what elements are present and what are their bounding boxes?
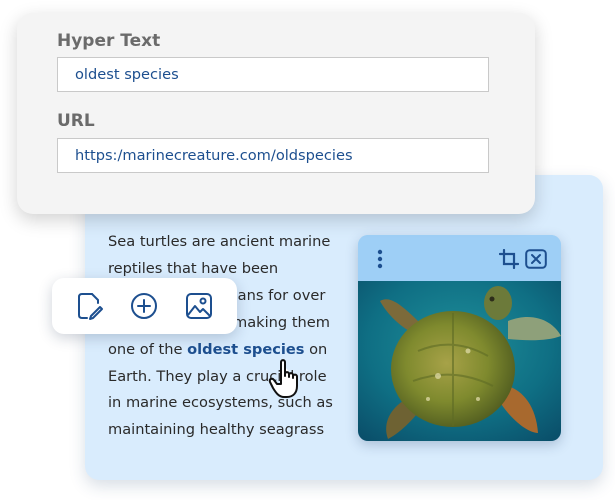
close-box-icon[interactable] [525,249,547,269]
editor-body-text[interactable]: Sea turtles are ancient marine reptiles … [108,229,343,444]
image-widget[interactable] [358,235,561,441]
crop-icon[interactable] [499,249,519,269]
floating-toolbar [52,278,237,334]
hypertext-label: Hyper Text [57,31,161,51]
editor-text-line: on [304,340,328,358]
hypertext-input[interactable] [57,57,489,92]
url-input[interactable] [57,138,489,173]
stage: Sea turtles are ancient marine reptiles … [0,0,615,500]
editor-text-line: reptiles that have been [108,259,279,277]
more-vertical-icon[interactable] [374,247,386,271]
editor-text-line: Sea turtles are ancient marine [108,233,331,250]
hand-pointer-icon [268,359,298,398]
hyperlink[interactable]: oldest species [187,341,304,358]
add-circle-icon[interactable] [129,291,159,321]
sea-turtle-image [358,281,561,441]
url-label: URL [57,111,95,131]
image-toolbar [358,235,561,281]
editor-text-line: one of the [108,340,188,358]
editor-text-line: maintaining healthy seagrass [108,421,325,439]
edit-file-icon[interactable] [74,291,104,321]
image-icon[interactable] [184,291,214,321]
